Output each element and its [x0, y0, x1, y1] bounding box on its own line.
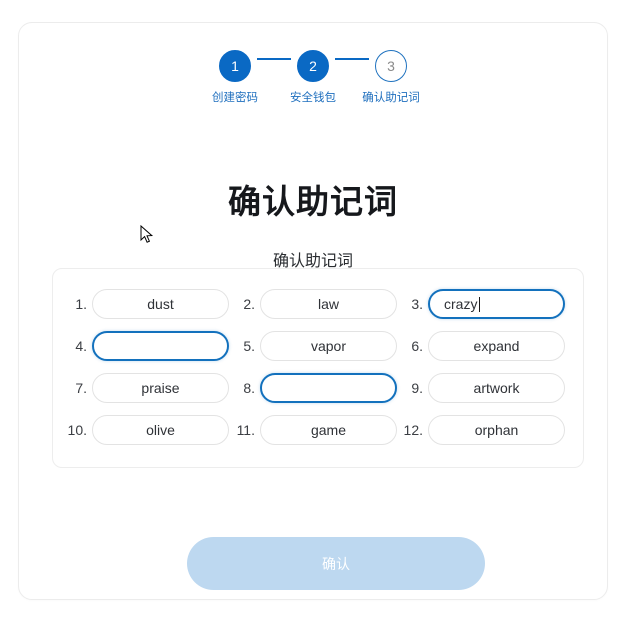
word-input-5[interactable]: vapor — [260, 331, 397, 361]
word-value-5: vapor — [310, 338, 347, 354]
word-cell-6: 6. expand — [397, 325, 565, 367]
word-cell-12: 12. orphan — [397, 409, 565, 451]
step-3-label: 确认助记词 — [362, 92, 420, 104]
word-value-10: olive — [146, 422, 175, 438]
word-index-8: 8. — [243, 380, 255, 396]
step-2-circle: 2 — [297, 50, 329, 82]
word-input-1[interactable]: dust — [92, 289, 229, 319]
word-input-11[interactable]: game — [260, 415, 397, 445]
word-value-3: crazy — [444, 296, 478, 312]
word-index-6: 6. — [411, 338, 423, 354]
word-index-3: 3. — [411, 296, 423, 312]
mnemonic-word-grid: 1. dust 2. law 3. crazy 4. 5. vapor 6. e… — [52, 268, 584, 468]
word-value-11: game — [310, 422, 347, 438]
word-cell-7: 7. praise — [61, 367, 229, 409]
word-cell-1: 1. dust — [61, 283, 229, 325]
word-input-10[interactable]: olive — [92, 415, 229, 445]
word-input-8[interactable] — [260, 373, 397, 403]
word-input-2[interactable]: law — [260, 289, 397, 319]
word-value-1: dust — [147, 296, 174, 312]
word-cell-4: 4. — [61, 325, 229, 367]
word-index-11: 11. — [236, 422, 255, 438]
word-input-7[interactable]: praise — [92, 373, 229, 403]
word-cell-2: 2. law — [229, 283, 397, 325]
word-cell-9: 9. artwork — [397, 367, 565, 409]
word-cell-8: 8. — [229, 367, 397, 409]
text-caret — [479, 296, 481, 312]
word-input-4[interactable] — [92, 331, 229, 361]
word-value-6: expand — [473, 338, 520, 354]
step-1-label: 创建密码 — [212, 92, 258, 104]
confirm-button[interactable]: 确认 — [187, 537, 485, 590]
word-index-12: 12. — [403, 422, 423, 438]
word-value-2: law — [317, 296, 339, 312]
step-3-circle: 3 — [375, 50, 407, 82]
word-value-12: orphan — [474, 422, 519, 438]
word-cell-3: 3. crazy — [397, 283, 565, 325]
word-cell-5: 5. vapor — [229, 325, 397, 367]
word-value-9: artwork — [473, 380, 520, 396]
word-row: 10. olive 11. game 12. orphan — [61, 409, 575, 451]
word-value-7: praise — [141, 380, 180, 396]
word-cell-11: 11. game — [229, 409, 397, 451]
word-index-4: 4. — [75, 338, 87, 354]
word-input-12[interactable]: orphan — [428, 415, 565, 445]
word-index-9: 9. — [411, 380, 423, 396]
stepper-step-3[interactable]: 3 确认助记词 — [360, 50, 422, 107]
word-index-1: 1. — [75, 296, 87, 312]
word-cell-10: 10. olive — [61, 409, 229, 451]
stepper: 1 创建密码 2 安全钱包 3 确认助记词 — [19, 50, 607, 107]
word-row: 7. praise 8. 9. artwork — [61, 367, 575, 409]
onboarding-card: 1 创建密码 2 安全钱包 3 确认助记词 确认助记词 确认助记词 1. dus… — [18, 22, 608, 600]
word-input-6[interactable]: expand — [428, 331, 565, 361]
word-row: 4. 5. vapor 6. expand — [61, 325, 575, 367]
step-2-label: 安全钱包 — [290, 92, 336, 104]
word-input-9[interactable]: artwork — [428, 373, 565, 403]
word-index-2: 2. — [243, 296, 255, 312]
word-index-7: 7. — [75, 380, 87, 396]
word-index-10: 10. — [67, 422, 87, 438]
word-index-5: 5. — [243, 338, 255, 354]
step-1-circle: 1 — [219, 50, 251, 82]
word-row: 1. dust 2. law 3. crazy — [61, 283, 575, 325]
page-title: 确认助记词 — [228, 183, 398, 220]
word-input-3[interactable]: crazy — [428, 289, 565, 319]
